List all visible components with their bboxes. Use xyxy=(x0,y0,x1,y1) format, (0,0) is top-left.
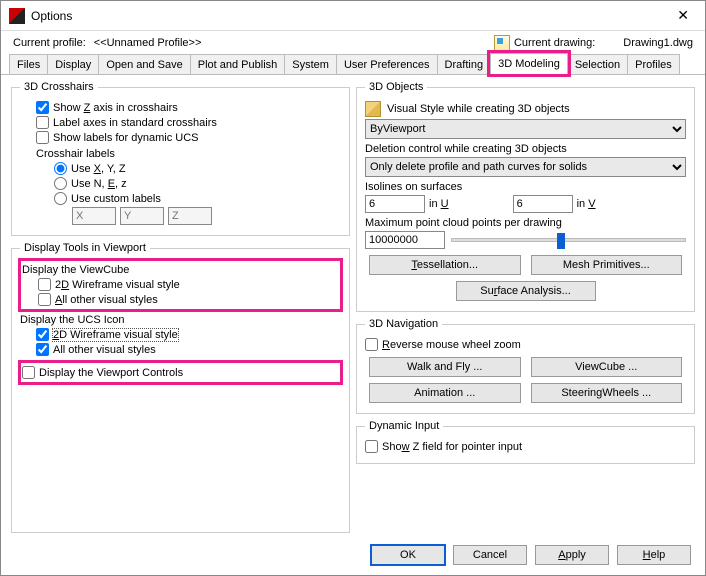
legend-3d-navigation: 3D Navigation xyxy=(365,318,442,330)
legend-display-tools: Display Tools in Viewport xyxy=(20,242,150,254)
titlebar: Options ✕ xyxy=(1,1,705,31)
legend-3d-crosshairs: 3D Crosshairs xyxy=(20,81,98,93)
btn-steeringwheels[interactable]: SteeringWheels ... xyxy=(531,383,683,403)
group-3d-objects: 3D Objects Visual Style while creating 3… xyxy=(356,81,695,312)
chk-label-axes[interactable] xyxy=(36,116,49,129)
current-drawing-value: Drawing1.dwg xyxy=(623,37,693,49)
tab-3d-modeling[interactable]: 3D Modeling xyxy=(490,53,568,74)
rad-use-xyz[interactable] xyxy=(54,162,67,175)
btn-ok[interactable]: OK xyxy=(371,545,445,565)
btn-mesh-primitives[interactable]: Mesh Primitives... xyxy=(531,255,683,275)
lbl-use-nez: Use N, E, z xyxy=(71,178,127,190)
btn-animation[interactable]: Animation ... xyxy=(369,383,521,403)
combo-deletion-control[interactable]: Only delete profile and path curves for … xyxy=(365,157,686,177)
lbl-vc-all-other: All other visual styles xyxy=(55,294,158,306)
close-button[interactable]: ✕ xyxy=(669,3,697,28)
input-custom-z[interactable] xyxy=(168,207,212,225)
slider-pointcloud[interactable] xyxy=(451,238,686,242)
chk-show-z-axis[interactable] xyxy=(36,101,49,114)
dialog-footer: OK Cancel Apply Help xyxy=(1,537,705,575)
lbl-ucs-2d-wireframe: 2D Wireframe visual style xyxy=(53,329,178,341)
combo-visual-style[interactable]: ByViewport xyxy=(365,119,686,139)
chk-display-viewport-controls[interactable] xyxy=(22,366,35,379)
rad-use-nez[interactable] xyxy=(54,177,67,190)
lbl-visual-style: Visual Style while creating 3D objects xyxy=(387,103,570,115)
rad-use-custom[interactable] xyxy=(54,192,67,205)
tab-selection[interactable]: Selection xyxy=(567,54,628,74)
legend-3d-objects: 3D Objects xyxy=(365,81,427,93)
group-3d-crosshairs: 3D Crosshairs Show Z axis in crosshairs … xyxy=(11,81,350,236)
lbl-reverse-wheel: Reverse mouse wheel zoom xyxy=(382,339,521,351)
lbl-vc-2d-wireframe: 2D Wireframe visual style xyxy=(55,279,180,291)
cube-icon xyxy=(365,101,381,117)
lbl-display-ucs-icon: Display the UCS Icon xyxy=(20,314,341,326)
legend-dynamic-input: Dynamic Input xyxy=(365,420,443,432)
tab-system[interactable]: System xyxy=(284,54,337,74)
tab-open-save[interactable]: Open and Save xyxy=(98,54,190,74)
tab-drafting[interactable]: Drafting xyxy=(437,54,492,74)
lbl-deletion-control: Deletion control while creating 3D objec… xyxy=(365,143,686,155)
btn-surface-analysis[interactable]: Surface Analysis... xyxy=(456,281,596,301)
chk-show-z-field[interactable] xyxy=(365,440,378,453)
chk-reverse-wheel[interactable] xyxy=(365,338,378,351)
chk-ucs-all-other[interactable] xyxy=(36,343,49,356)
lbl-use-custom: Use custom labels xyxy=(71,193,161,205)
lbl-pointcloud: Maximum point cloud points per drawing xyxy=(365,217,686,229)
input-iso-v[interactable] xyxy=(513,195,573,213)
drawing-icon xyxy=(494,35,510,51)
lbl-show-z-axis: Show Z axis in crosshairs xyxy=(53,102,178,114)
input-custom-y[interactable] xyxy=(120,207,164,225)
chk-ucs-2d-wireframe[interactable] xyxy=(36,328,49,341)
lbl-display-viewcube: Display the ViewCube xyxy=(22,264,339,276)
tab-display[interactable]: Display xyxy=(47,54,99,74)
chk-vc-all-other[interactable] xyxy=(38,293,51,306)
lbl-label-axes: Label axes in standard crosshairs xyxy=(53,117,217,129)
btn-walk-fly[interactable]: Walk and Fly ... xyxy=(369,357,521,377)
lbl-crosshair-labels: Crosshair labels xyxy=(20,148,341,160)
btn-help[interactable]: Help xyxy=(617,545,691,565)
group-3d-navigation: 3D Navigation Reverse mouse wheel zoom W… xyxy=(356,318,695,414)
input-iso-u[interactable] xyxy=(365,195,425,213)
lbl-iso-v: in V xyxy=(577,198,596,210)
lbl-isolines: Isolines on surfaces xyxy=(365,181,686,193)
btn-cancel[interactable]: Cancel xyxy=(453,545,527,565)
current-drawing-label: Current drawing: xyxy=(514,37,595,49)
tab-strip: Files Display Open and Save Plot and Pub… xyxy=(1,53,705,75)
lbl-use-xyz: Use X, Y, Z xyxy=(71,163,126,175)
lbl-iso-u: in U xyxy=(429,198,449,210)
tab-user-pref[interactable]: User Preferences xyxy=(336,54,438,74)
btn-apply[interactable]: Apply xyxy=(535,545,609,565)
app-icon xyxy=(9,8,25,24)
chk-vc-2d-wireframe[interactable] xyxy=(38,278,51,291)
input-pointcloud[interactable] xyxy=(365,231,445,249)
input-custom-x[interactable] xyxy=(72,207,116,225)
highlight-viewcube: Display the ViewCube 2D Wireframe visual… xyxy=(20,260,341,310)
tab-profiles[interactable]: Profiles xyxy=(627,54,680,74)
current-profile-value: <<Unnamed Profile>> xyxy=(94,37,202,49)
btn-tessellation[interactable]: Tessellation... xyxy=(369,255,521,275)
profile-row: Current profile: <<Unnamed Profile>> Cur… xyxy=(1,31,705,53)
lbl-show-labels-ucs: Show labels for dynamic UCS xyxy=(53,132,199,144)
group-display-tools: Display Tools in Viewport Display the Vi… xyxy=(11,242,350,533)
tab-plot-publish[interactable]: Plot and Publish xyxy=(190,54,286,74)
lbl-show-z-field: Show Z field for pointer input xyxy=(382,441,522,453)
lbl-ucs-all-other: All other visual styles xyxy=(53,344,156,356)
btn-viewcube[interactable]: ViewCube ... xyxy=(531,357,683,377)
current-profile-label: Current profile: xyxy=(13,37,86,49)
chk-show-labels-ucs[interactable] xyxy=(36,131,49,144)
group-dynamic-input: Dynamic Input Show Z field for pointer i… xyxy=(356,420,695,464)
window-title: Options xyxy=(31,9,669,23)
tab-files[interactable]: Files xyxy=(9,54,48,74)
lbl-display-viewport-controls: Display the Viewport Controls xyxy=(39,367,183,379)
